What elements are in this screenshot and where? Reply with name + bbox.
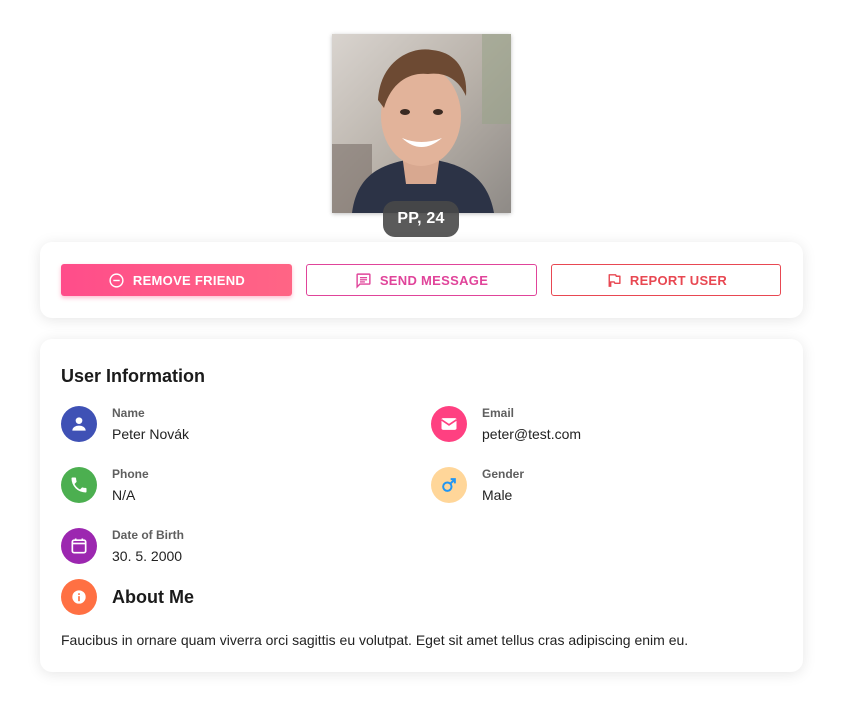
phone-value: N/A (112, 487, 136, 503)
send-message-button[interactable]: SEND MESSAGE (306, 264, 537, 296)
about-me-title: About Me (112, 586, 194, 607)
name-field: Name Peter Novák (61, 406, 189, 442)
dob-value: 30. 5. 2000 (112, 548, 183, 564)
male-icon (431, 467, 467, 503)
email-field: Email peter@test.com (431, 406, 581, 442)
profile-photo (332, 34, 511, 213)
name-label: Name (112, 406, 145, 420)
gender-label: Gender (482, 467, 525, 481)
user-information-card: User Information Name Peter Novák Email … (40, 339, 803, 672)
user-information-title: User Information (61, 366, 206, 386)
report-user-label: REPORT USER (629, 272, 728, 288)
report-user-button[interactable]: REPORT USER (551, 264, 781, 296)
avatar (332, 34, 511, 213)
about-me-text: Faucibus in ornare quam viverra orci sag… (61, 632, 689, 648)
name-age-badge: PP, 24 (383, 201, 459, 237)
calendar-icon (61, 528, 97, 564)
info-icon (61, 579, 97, 615)
message-icon (356, 272, 371, 289)
remove-friend-button[interactable]: REMOVE FRIEND (61, 264, 292, 296)
email-label: Email (482, 406, 515, 420)
remove-circle-icon (109, 272, 124, 288)
gender-value: Male (482, 487, 513, 503)
person-icon (61, 406, 97, 442)
email-value: peter@test.com (482, 426, 582, 442)
phone-icon (61, 467, 97, 503)
about-me-header: About Me (61, 579, 194, 615)
actions-card: REMOVE FRIEND SEND MESSAGE REPORT USER (40, 242, 803, 318)
name-value: Peter Novák (112, 426, 190, 442)
dob-field: Date of Birth 30. 5. 2000 (61, 528, 184, 564)
gender-field: Gender Male (431, 467, 524, 503)
phone-label: Phone (112, 467, 149, 481)
phone-field: Phone N/A (61, 467, 149, 503)
mail-icon (431, 406, 467, 442)
remove-friend-label: REMOVE FRIEND (132, 272, 246, 288)
dob-label: Date of Birth (112, 528, 184, 542)
profile-page: PP, 24 REMOVE FRIEND SEND MESSAGE REPORT… (0, 0, 845, 701)
send-message-label: SEND MESSAGE (379, 272, 489, 288)
flag-icon (608, 273, 621, 287)
